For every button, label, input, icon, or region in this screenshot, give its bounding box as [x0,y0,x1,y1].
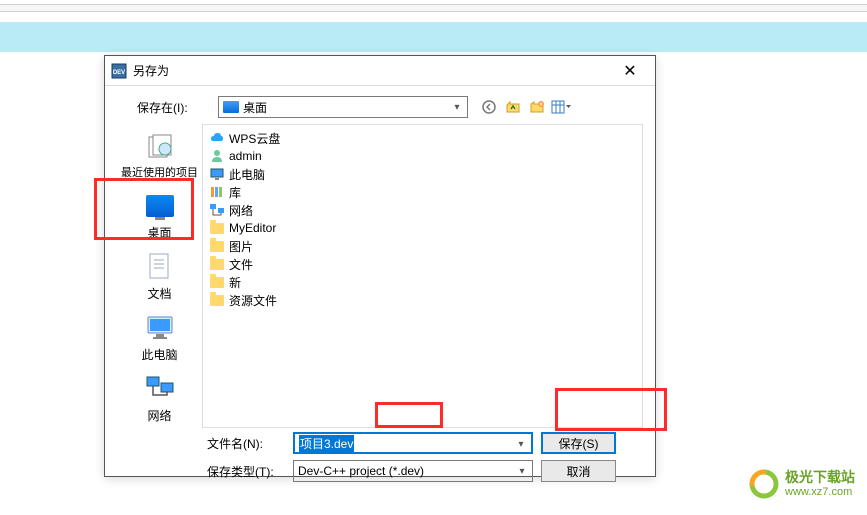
network-small-icon [209,202,225,218]
list-item-label: WPS云盘 [229,130,280,147]
dialog-body: 保存在(I): 桌面 ▾ [105,86,655,476]
sidebar-item-recent[interactable]: 最近使用的项目 [120,126,200,184]
sidebar-item-desktop[interactable]: 桌面 [120,186,200,245]
up-button[interactable] [502,96,524,118]
chevron-down-icon: ▾ [449,99,465,115]
filename-value: 项目3.dev [299,435,354,452]
list-item[interactable]: 新 [207,273,638,291]
folder-icon [209,256,225,272]
list-item-label: MyEditor [229,221,276,235]
save-in-value: 桌面 [243,99,267,116]
recent-icon [144,130,176,162]
filename-label: 文件名(N): [207,435,285,452]
sidebar-item-network[interactable]: 网络 [120,369,200,428]
list-item[interactable]: 网络 [207,201,638,219]
chevron-down-icon: ▾ [514,463,530,479]
list-item-label: 资源文件 [229,292,277,309]
sidebar-item-label: 桌面 [147,224,171,241]
list-item-label: 此电脑 [229,166,265,183]
list-item-label: 新 [229,274,241,291]
save-as-dialog: DEV 另存为 ✕ 保存在(I): 桌面 ▾ [104,55,656,477]
list-item[interactable]: 资源文件 [207,291,638,309]
main-area: 最近使用的项目 桌面 文档 [117,124,643,428]
filetype-row: 保存类型(T): Dev-C++ project (*.dev) ▾ 取消 [207,460,643,482]
desktop-icon [144,190,176,222]
network-icon [144,373,176,405]
save-button-label: 保存(S) [559,435,599,452]
list-item-label: 文件 [229,256,253,273]
documents-icon [144,251,176,283]
folder-icon [209,292,225,308]
watermark-logo-icon [749,469,779,499]
view-menu-button[interactable] [550,96,572,118]
this-pc-icon [144,312,176,344]
watermark: 极光下载站 www.xz7.com [749,469,855,499]
list-item-label: 图片 [229,238,253,255]
back-button[interactable] [478,96,500,118]
filename-row: 文件名(N): 项目3.dev ▾ 保存(S) [207,432,643,454]
save-in-label: 保存在(I): [137,99,212,116]
cancel-button[interactable]: 取消 [541,460,616,482]
top-divider [0,4,867,12]
desktop-mini-icon [223,101,239,113]
new-folder-button[interactable] [526,96,548,118]
pc-icon [209,166,225,182]
filetype-value: Dev-C++ project (*.dev) [298,464,424,478]
save-in-dropdown[interactable]: 桌面 ▾ [218,96,468,118]
sidebar-item-label: 网络 [147,407,171,424]
list-item-label: admin [229,149,262,163]
sidebar-item-label: 文档 [147,285,171,302]
filetype-label: 保存类型(T): [207,463,285,480]
sidebar-item-label: 最近使用的项目 [121,164,198,180]
list-item[interactable]: 库 [207,183,638,201]
nav-buttons [478,96,572,118]
places-sidebar: 最近使用的项目 桌面 文档 [117,124,202,428]
close-button[interactable]: ✕ [611,57,649,85]
folder-icon [209,238,225,254]
list-item[interactable]: MyEditor [207,219,638,237]
save-in-row: 保存在(I): 桌面 ▾ [117,96,643,118]
cancel-button-label: 取消 [566,463,590,480]
list-item[interactable]: 图片 [207,237,638,255]
list-item[interactable]: 此电脑 [207,165,638,183]
titlebar: DEV 另存为 ✕ [105,56,655,86]
sidebar-item-this-pc[interactable]: 此电脑 [120,308,200,367]
save-button[interactable]: 保存(S) [541,432,616,454]
list-item[interactable]: WPS云盘 [207,129,638,147]
folder-icon [209,274,225,290]
list-item[interactable]: admin [207,147,638,165]
cloud-icon [209,130,225,146]
list-item-label: 网络 [229,202,253,219]
watermark-text: 极光下载站 www.xz7.com [785,470,855,497]
filename-input[interactable]: 项目3.dev ▾ [293,432,533,454]
bottom-rows: 文件名(N): 项目3.dev ▾ 保存(S) 保存类型(T): Dev-C++… [117,432,643,488]
app-icon: DEV [111,63,127,79]
filetype-dropdown[interactable]: Dev-C++ project (*.dev) ▾ [293,460,533,482]
sidebar-item-documents[interactable]: 文档 [120,247,200,306]
file-list[interactable]: WPS云盘 admin 此电脑 库 网络 [202,124,643,428]
watermark-url: www.xz7.com [785,486,855,498]
list-item[interactable]: 文件 [207,255,638,273]
chevron-down-icon: ▾ [513,436,529,452]
folder-icon [209,220,225,236]
dialog-title: 另存为 [133,62,611,79]
svg-text:DEV: DEV [113,70,125,76]
sidebar-item-label: 此电脑 [141,346,177,363]
list-item-label: 库 [229,184,241,201]
watermark-title: 极光下载站 [785,470,855,485]
cyan-background-strip [0,22,867,52]
user-icon [209,148,225,164]
library-icon [209,184,225,200]
